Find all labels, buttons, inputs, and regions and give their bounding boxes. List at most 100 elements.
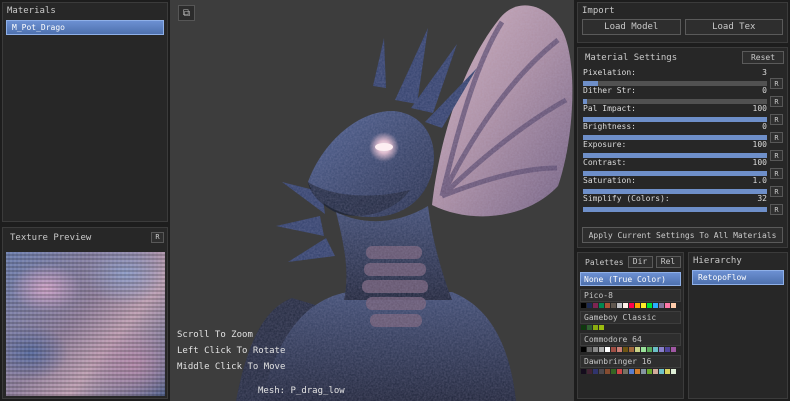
slider-exposure: Exposure: 100 R <box>583 140 783 161</box>
flip-icon: ⧉ <box>182 7 191 19</box>
palette-swatch <box>593 325 598 330</box>
palette-swatch <box>653 303 658 308</box>
slider-reset-button[interactable]: R <box>770 186 783 197</box>
palette-swatches <box>581 325 681 330</box>
palette-name: Gameboy Classic <box>580 311 681 324</box>
palette-name: Commodore 64 <box>580 333 681 346</box>
palette-swatch <box>593 369 598 374</box>
slider-value: 32 <box>757 194 767 203</box>
slider-value: 100 <box>752 104 767 113</box>
palette-swatch <box>605 369 610 374</box>
load-tex-button[interactable]: Load Tex <box>684 19 783 35</box>
palette-swatch <box>641 347 646 352</box>
slider-reset-button[interactable]: R <box>770 204 783 215</box>
palette-swatch <box>599 369 604 374</box>
palette-swatch <box>629 347 634 352</box>
palette-item[interactable]: Dawnbringer 16 <box>580 355 681 374</box>
palette-item[interactable]: Commodore 64 <box>580 333 681 352</box>
palette-swatch <box>581 325 586 330</box>
hierarchy-item[interactable]: RetopoFlow <box>692 270 784 285</box>
palette-swatch <box>635 303 640 308</box>
palette-swatch <box>671 303 676 308</box>
texture-preview-image <box>6 252 165 396</box>
palette-swatch <box>593 347 598 352</box>
palette-swatch <box>647 303 652 308</box>
slider-reset-button[interactable]: R <box>770 132 783 143</box>
hint-rotate: Left Click To Rotate <box>177 346 286 356</box>
texture-preview-title: Texture Preview <box>10 233 92 243</box>
palette-swatch <box>581 347 586 352</box>
palette-item[interactable]: Pico-8 <box>580 289 681 308</box>
load-model-button[interactable]: Load Model <box>582 19 681 35</box>
slider-reset-button[interactable]: R <box>770 78 783 89</box>
palette-swatch <box>617 347 622 352</box>
palette-swatches <box>581 369 681 374</box>
hint-zoom: Scroll To Zoom <box>177 330 253 340</box>
palette-item[interactable]: None (True Color) <box>580 272 681 286</box>
hierarchy-panel: Hierarchy RetopoFlow <box>688 252 788 399</box>
slider-label: Saturation: <box>583 176 636 185</box>
palette-item[interactable]: Gameboy Classic <box>580 311 681 330</box>
material-settings-panel: Material Settings Reset Pixelation: 3 R … <box>577 47 788 248</box>
palette-swatch <box>623 303 628 308</box>
palettes-panel: Palettes Dir Rel None (True Color) Pico-… <box>577 252 684 399</box>
slider-label: Simplify (Colors): <box>583 194 670 203</box>
import-title: Import <box>582 6 615 16</box>
palette-swatch <box>605 303 610 308</box>
palette-swatch <box>587 303 592 308</box>
palettes-dir-button[interactable]: Dir <box>627 255 653 268</box>
palette-swatch <box>641 369 646 374</box>
texture-reset-button[interactable]: R <box>151 231 164 243</box>
palette-swatch <box>653 369 658 374</box>
import-panel: Import Load Model Load Tex <box>577 2 788 43</box>
slider-simplify-colors: Simplify (Colors): 32 R <box>583 194 783 215</box>
palette-swatch <box>599 303 604 308</box>
materials-title: Materials <box>7 6 56 16</box>
reset-button[interactable]: Reset <box>742 50 784 64</box>
palette-swatches <box>581 347 681 352</box>
materials-list: M_Pot_Drago <box>3 17 167 38</box>
slider-reset-button[interactable]: R <box>770 168 783 179</box>
palette-name: Dawnbringer 16 <box>580 355 681 368</box>
viewport-flip-button[interactable]: ⧉ <box>178 5 195 21</box>
material-item[interactable]: M_Pot_Drago <box>6 20 164 35</box>
palette-swatch <box>581 369 586 374</box>
app-root: Materials M_Pot_Drago Texture Preview R <box>0 0 790 401</box>
palette-swatch <box>659 347 664 352</box>
slider-label: Pixelation: <box>583 68 636 77</box>
slider-pixelation: Pixelation: 3 R <box>583 68 783 89</box>
palette-swatch <box>599 347 604 352</box>
sliders: Pixelation: 3 R Dither Str: 0 R Pal Impa… <box>583 68 783 215</box>
palette-swatch <box>611 347 616 352</box>
hierarchy-title: Hierarchy <box>693 256 742 266</box>
palette-swatch <box>623 347 628 352</box>
materials-panel: Materials M_Pot_Drago <box>2 2 168 222</box>
palette-swatch <box>671 369 676 374</box>
slider-track[interactable] <box>583 207 767 212</box>
slider-reset-button[interactable]: R <box>770 114 783 125</box>
palette-swatch <box>587 347 592 352</box>
slider-label: Brightness: <box>583 122 636 131</box>
viewport-3d[interactable]: ⧉ Scroll To Zoom Left Click To Rotate Mi… <box>170 0 574 401</box>
palette-swatch <box>653 347 658 352</box>
palette-name: Pico-8 <box>580 289 681 302</box>
slider-label: Exposure: <box>583 140 627 149</box>
material-settings-title: Material Settings <box>585 53 678 63</box>
palette-swatch <box>593 303 598 308</box>
palette-name: None (True Color) <box>580 272 681 286</box>
slider-brightness: Brightness: 0 R <box>583 122 783 143</box>
slider-reset-button[interactable]: R <box>770 96 783 107</box>
slider-reset-button[interactable]: R <box>770 150 783 161</box>
palette-swatch <box>659 303 664 308</box>
palette-swatch <box>581 303 586 308</box>
apply-all-button[interactable]: Apply Current Settings To All Materials <box>582 227 783 243</box>
slider-fill <box>583 207 767 212</box>
palette-swatch <box>611 369 616 374</box>
slider-value: 100 <box>752 140 767 149</box>
palettes-rel-button[interactable]: Rel <box>655 255 681 268</box>
slider-label: Pal Impact: <box>583 104 636 113</box>
slider-pal-impact: Pal Impact: 100 R <box>583 104 783 125</box>
palette-swatches <box>581 303 681 308</box>
viewport-hints: Scroll To Zoom Left Click To Rotate Midd… <box>177 327 285 375</box>
hint-move: Middle Click To Move <box>177 362 286 372</box>
